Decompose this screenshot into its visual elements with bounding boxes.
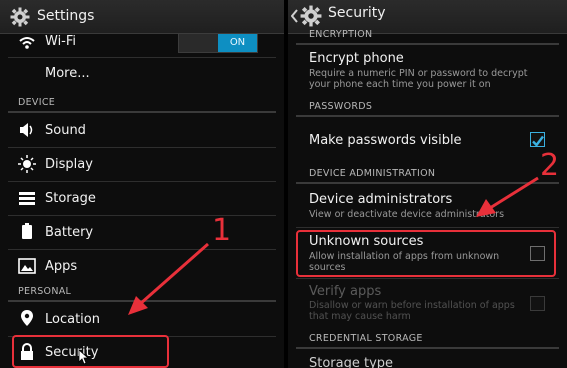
location-label: Location	[45, 312, 100, 327]
encryption-section-header: ENCRYPTION	[288, 25, 567, 45]
security-panel: Security ENCRYPTION Encrypt phone Requir…	[288, 0, 567, 368]
unknown-sources-highlight-box	[296, 230, 556, 277]
settings-gear-icon[interactable]	[10, 7, 30, 27]
sidebar-item-battery[interactable]: Battery	[0, 216, 284, 249]
wifi-label: Wi-Fi	[45, 34, 77, 49]
back-chevron-icon[interactable]	[291, 9, 298, 23]
wifi-icon	[19, 37, 35, 49]
settings-gear-icon[interactable]	[300, 5, 322, 27]
settings-panel: Settings Wi-Fi ON More... DEVICE Sound D…	[0, 0, 284, 368]
personal-section-header: PERSONAL	[0, 282, 284, 302]
device-administration-section-header: DEVICE ADMINISTRATION	[288, 164, 567, 184]
apps-icon	[18, 258, 36, 274]
sidebar-item-apps[interactable]: Apps	[0, 250, 284, 283]
make-passwords-visible-checkbox[interactable]	[530, 132, 545, 147]
step-2-label: 2	[540, 148, 560, 183]
credential-storage-header-text: CREDENTIAL STORAGE	[309, 333, 423, 344]
section-divider	[8, 111, 276, 113]
encrypt-phone-row[interactable]: Encrypt phone Require a numeric PIN or p…	[288, 46, 567, 96]
credential-storage-section-header: CREDENTIAL STORAGE	[288, 329, 567, 349]
encryption-header-text: ENCRYPTION	[309, 29, 373, 40]
personal-header-text: PERSONAL	[18, 286, 72, 297]
wifi-toggle-on: ON	[218, 34, 257, 52]
more-label: More...	[45, 66, 90, 81]
battery-icon	[22, 223, 32, 239]
device-section-header: DEVICE	[0, 93, 284, 113]
apps-label: Apps	[45, 259, 78, 274]
encrypt-phone-title: Encrypt phone	[309, 51, 404, 66]
sidebar-item-location[interactable]: Location	[0, 303, 284, 336]
location-pin-icon	[21, 310, 33, 326]
sidebar-item-display[interactable]: Display	[0, 148, 284, 181]
volume-icon	[20, 123, 33, 137]
page-title: Settings	[37, 8, 95, 24]
storage-label: Storage	[45, 191, 96, 206]
section-divider	[296, 43, 559, 45]
settings-action-bar: Settings	[0, 0, 284, 34]
brightness-icon	[18, 155, 36, 173]
device-administration-header-text: DEVICE ADMINISTRATION	[309, 168, 436, 179]
section-divider	[8, 300, 276, 302]
passwords-header-text: PASSWORDS	[309, 101, 373, 112]
section-divider	[296, 182, 559, 184]
verify-apps-title: Verify apps	[309, 284, 382, 299]
wifi-toggle[interactable]: ON	[178, 33, 258, 53]
device-administrators-title: Device administrators	[309, 192, 453, 207]
display-label: Display	[45, 157, 93, 172]
passwords-section-header: PASSWORDS	[288, 97, 567, 117]
verify-apps-row: Verify apps Disallow or warn before inst…	[288, 279, 567, 327]
verify-apps-checkbox	[530, 296, 545, 311]
sidebar-item-sound[interactable]: Sound	[0, 114, 284, 147]
more-row[interactable]: More...	[0, 58, 284, 92]
storage-type-row[interactable]: Storage type	[288, 350, 567, 368]
device-administrators-row[interactable]: Device administrators View or deactivate…	[288, 186, 567, 226]
device-header-text: DEVICE	[18, 97, 56, 108]
checkmark-icon	[532, 135, 544, 147]
section-divider	[296, 115, 559, 117]
section-divider	[296, 347, 559, 349]
sidebar-item-storage[interactable]: Storage	[0, 182, 284, 215]
make-passwords-visible-row[interactable]: Make passwords visible	[288, 118, 567, 162]
storage-type-label: Storage type	[309, 356, 394, 368]
sound-label: Sound	[45, 123, 86, 138]
encrypt-phone-description: Require a numeric PIN or password to dec…	[309, 68, 528, 90]
page-title: Security	[328, 5, 386, 21]
storage-icon	[19, 192, 35, 205]
step-1-label: 1	[212, 213, 232, 248]
battery-label: Battery	[45, 225, 94, 240]
device-administrators-description: View or deactivate device administrators	[309, 209, 505, 220]
verify-apps-description: Disallow or warn before installation of …	[309, 300, 515, 322]
security-highlight-box	[12, 335, 169, 368]
make-passwords-visible-label: Make passwords visible	[309, 133, 462, 148]
